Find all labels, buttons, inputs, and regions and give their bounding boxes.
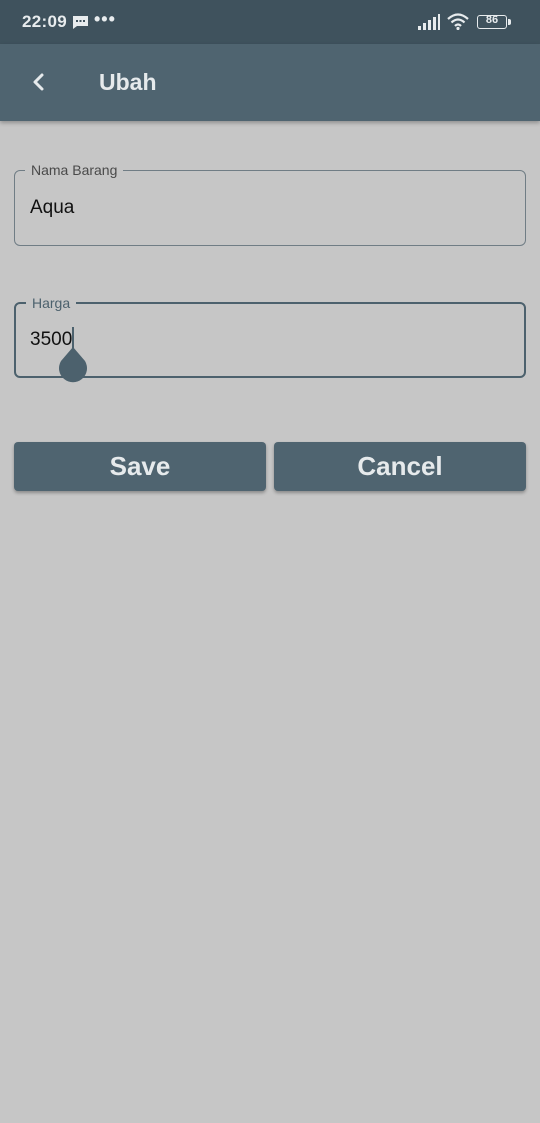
text-cursor-handle-icon[interactable] xyxy=(57,345,89,387)
cancel-button[interactable]: Cancel xyxy=(274,442,526,491)
message-icon xyxy=(73,16,88,29)
save-button[interactable]: Save xyxy=(14,442,266,491)
harga-label: Harga xyxy=(26,294,77,312)
signal-icon xyxy=(418,14,440,30)
harga-field[interactable]: Harga 3500 xyxy=(14,294,526,378)
more-notifications-icon: ••• xyxy=(94,9,116,29)
wifi-icon xyxy=(447,13,469,30)
battery-icon: 86 xyxy=(477,14,511,29)
nama-barang-field[interactable]: Nama Barang Aqua xyxy=(14,161,526,246)
nama-barang-label: Nama Barang xyxy=(25,161,124,179)
app-bar: Ubah xyxy=(0,44,540,121)
nama-barang-value: Aqua xyxy=(30,197,75,218)
status-time: 22:09 xyxy=(22,12,67,31)
back-arrow-icon[interactable] xyxy=(28,70,50,94)
battery-level: 86 xyxy=(485,14,499,26)
status-bar: 22:09 ••• 86 xyxy=(0,0,540,44)
page-title: Ubah xyxy=(99,69,157,95)
